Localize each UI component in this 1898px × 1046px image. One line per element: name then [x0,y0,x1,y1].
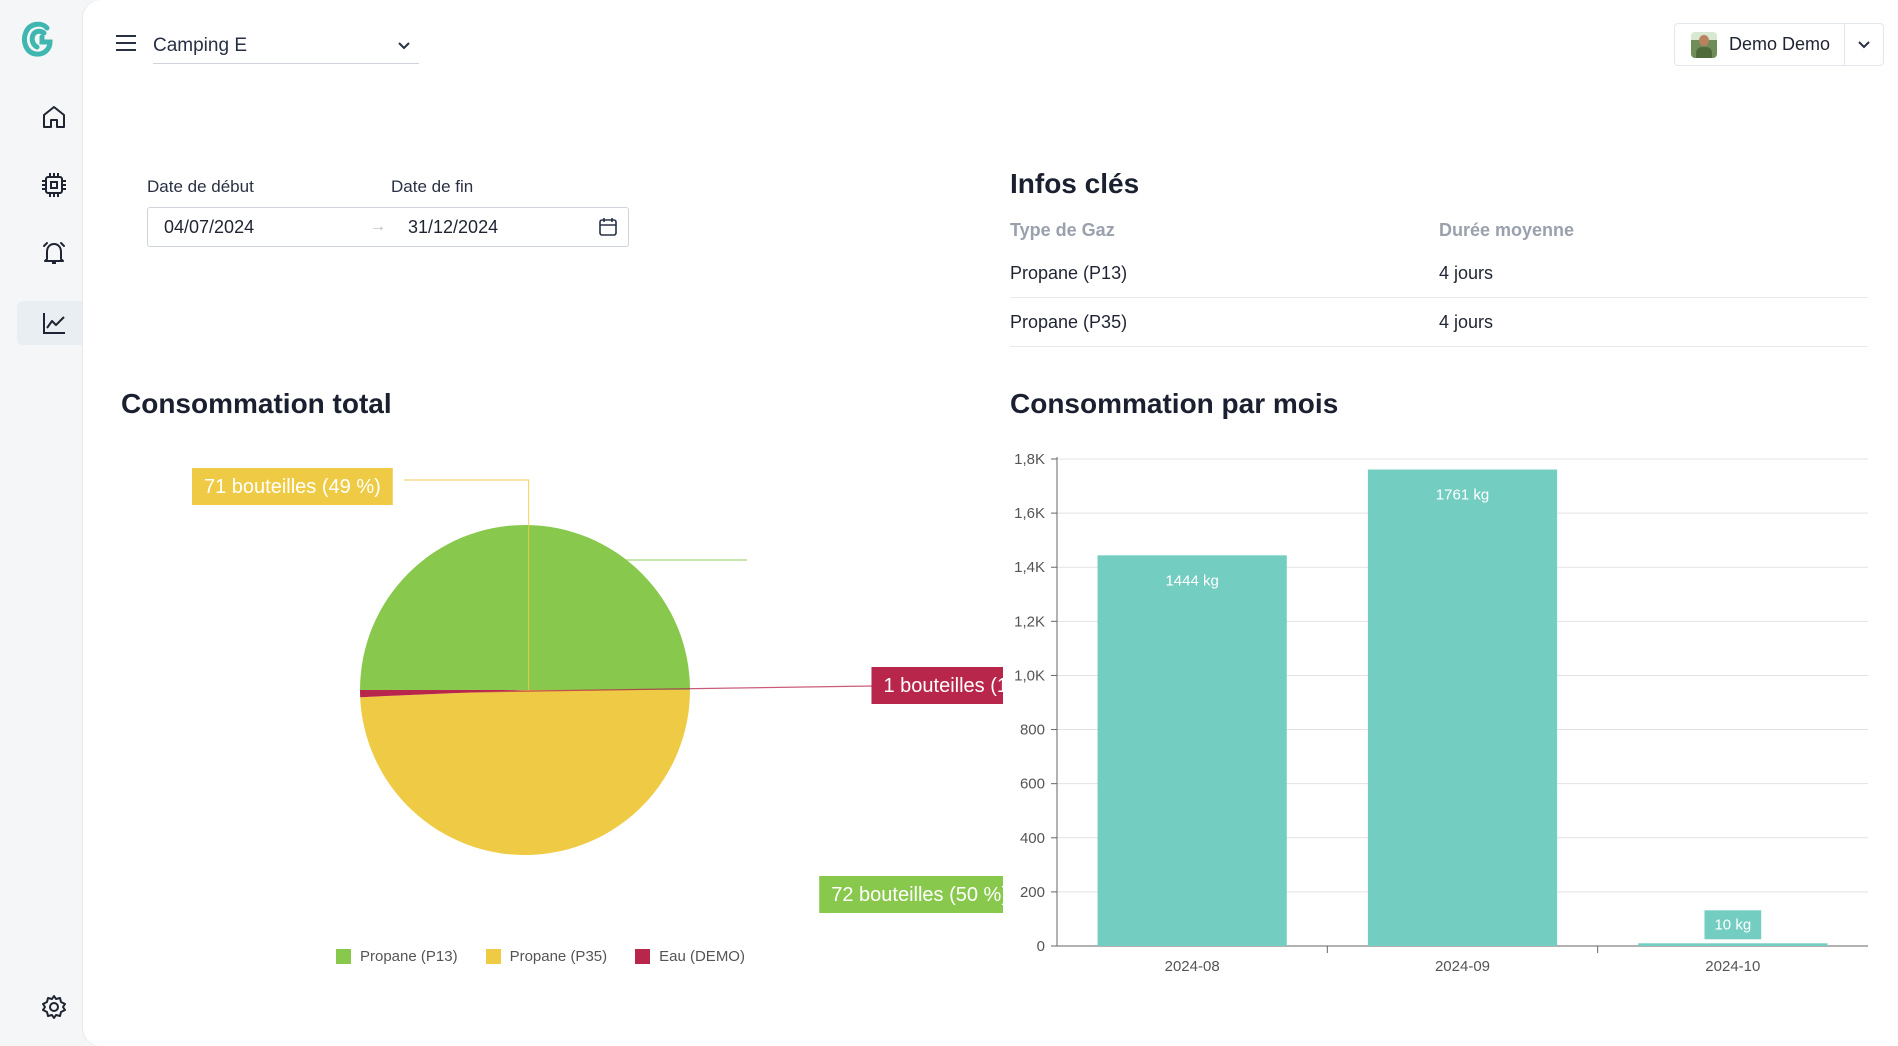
chevron-down-icon [398,41,410,49]
sidebar-item-settings[interactable] [17,985,83,1029]
home-icon [43,106,65,128]
pie-data-label: 1 bouteilles (1 %) [883,675,1003,697]
bar-data-label: 1444 kg [1165,572,1218,589]
column-header-average-duration: Durée moyenne [1439,220,1575,240]
legend-label: Propane (P13) [360,948,458,965]
legend-label: Propane (P35) [509,948,608,965]
sidebar [0,0,83,1046]
end-date-input[interactable]: 31/12/2024 [408,217,498,238]
duration-cell: 4 jours [1439,262,1494,283]
y-tick-label: 200 [1020,884,1045,901]
legend-item[interactable]: Eau (DEMO) [635,948,745,965]
user-name: Demo Demo [1729,34,1831,54]
legend-swatch [336,949,351,964]
total-consumption-title: Consommation total [121,388,392,419]
sidebar-item-home[interactable] [17,95,83,139]
pie-data-label: 72 bouteilles (50 %) [831,884,1003,906]
user-button[interactable]: Demo Demo [1675,24,1846,65]
start-date-input[interactable]: 04/07/2024 [164,217,254,238]
key-info-title: Infos clés [1010,168,1140,199]
y-tick-label: 1,0K [1014,667,1045,684]
x-tick-label: 2024-10 [1705,958,1760,975]
pie-legend: Propane (P13) Propane (P35) Eau (DEMO) [336,948,745,965]
site-select-value: Camping E [153,34,247,56]
gas-type-cell: Propane (P13) [1010,262,1128,283]
key-info-table: Type de Gaz Durée moyenne Propane (P13) … [1010,213,1868,347]
legend-swatch [485,949,501,964]
bar [1638,943,1828,946]
pie-data-label: 71 bouteilles (49 %) [204,476,381,498]
app-logo[interactable] [20,20,54,58]
table-row: Propane (P35) 4 jours [1010,298,1868,347]
sidebar-item-alerts[interactable] [17,231,83,275]
y-tick-label: 800 [1020,722,1045,739]
table-header-row: Type de Gaz Durée moyenne [1010,213,1868,249]
start-date-label: Date de début [147,177,254,196]
sidebar-item-statistics[interactable] [17,301,83,345]
y-tick-label: 1,2K [1014,613,1045,630]
x-tick-label: 2024-08 [1165,958,1220,975]
end-date-label: Date de fin [391,177,474,196]
gear-icon [42,995,66,1019]
monthly-consumption-title: Consommation par mois [1010,388,1339,419]
y-tick-label: 1,8K [1014,451,1045,468]
sidebar-item-devices[interactable] [17,163,83,207]
monthly-consumption-bar-chart: 0 200 400 600 800 1,0K 1,2K 1,4K 1,6K 1,8K 2024-08… [1014,451,1868,975]
hamburger-menu-icon[interactable] [113,30,139,56]
pie-slice [360,690,690,855]
site-select[interactable]: Camping E [153,28,419,64]
bar [1367,469,1558,946]
bar-data-label: 1761 kg [1436,487,1489,504]
legend-item[interactable]: Propane (P35) [485,948,608,965]
total-consumption-pie-chart: 72 bouteilles (50 %) 71 bouteilles (49 %)… [192,468,1003,913]
main-content: Camping E Demo Demo Date de début Date d… [83,0,1898,1046]
calendar-icon[interactable] [598,217,618,237]
column-header-gas-type: Type de Gaz [1010,220,1115,240]
chart-line-icon [43,313,65,334]
y-tick-label: 400 [1020,830,1045,847]
chevron-down-icon [1858,40,1870,48]
user-dropdown-toggle[interactable] [1845,40,1883,50]
x-tick-label: 2024-09 [1435,958,1490,975]
avatar [1691,31,1717,58]
legend-item[interactable]: Propane (P13) [336,948,458,965]
gas-type-cell: Propane (P35) [1010,311,1128,332]
y-tick-label: 0 [1037,938,1045,955]
user-menu[interactable]: Demo Demo [1674,23,1884,66]
chip-icon [42,173,66,197]
y-tick-label: 600 [1020,776,1045,793]
legend-swatch [635,949,651,964]
table-row: Propane (P13) 4 jours [1010,249,1868,298]
y-tick-label: 1,6K [1014,505,1045,522]
y-tick-label: 1,4K [1014,559,1045,576]
bar-data-label: 10 kg [1714,916,1751,933]
bar [1097,555,1287,946]
legend-label: Eau (DEMO) [659,948,745,965]
bell-icon [43,242,65,264]
duration-cell: 4 jours [1439,311,1494,332]
date-separator: → [370,218,386,235]
date-range-picker[interactable]: 04/07/2024 → 31/12/2024 [147,207,629,247]
